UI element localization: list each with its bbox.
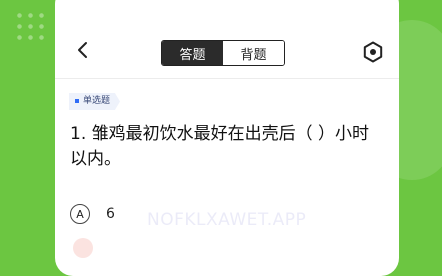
question-type-label: 单选题 xyxy=(83,96,111,106)
option-a[interactable]: A 6 xyxy=(70,204,115,224)
mode-toggle: 答题 背题 xyxy=(161,40,285,66)
badge-dot-icon xyxy=(75,98,79,103)
question-type-badge: 单选题 xyxy=(69,93,121,110)
settings-icon[interactable] xyxy=(361,40,385,64)
tab-recite-mode[interactable]: 背题 xyxy=(223,41,284,65)
question-card: 答题 背题 单选题 1. 雏鸡最初饮水最好在出壳后（ ）小时以内。 A 6 NO… xyxy=(55,0,399,276)
chevron-left-icon[interactable] xyxy=(71,38,95,62)
top-bar: 答题 背题 xyxy=(55,36,399,76)
tab-answer-mode[interactable]: 答题 xyxy=(162,41,223,65)
option-letter-circle: A xyxy=(70,204,90,224)
option-b-partial[interactable] xyxy=(73,238,93,258)
option-text: 6 xyxy=(106,206,115,222)
watermark: NOFKLXAWET.APP xyxy=(147,210,307,230)
background-dots xyxy=(14,10,48,40)
question-text: 1. 雏鸡最初饮水最好在出壳后（ ）小时以内。 xyxy=(70,124,370,169)
header-divider xyxy=(55,78,399,79)
